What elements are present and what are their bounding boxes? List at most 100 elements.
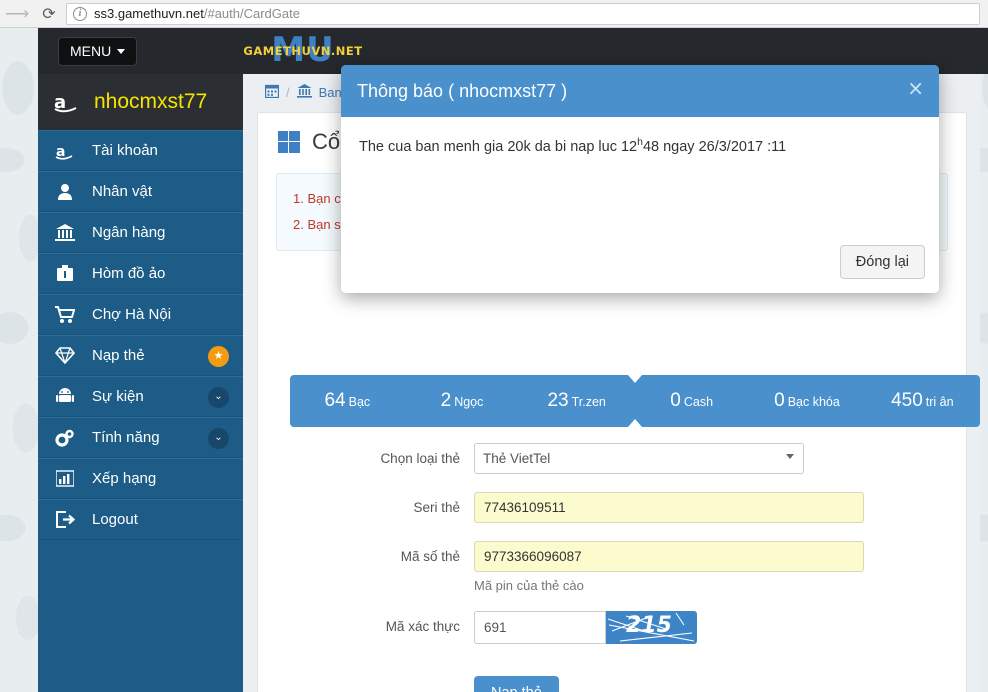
amazon-icon: a (54, 142, 76, 160)
sidebar-item-hom-do-ao[interactable]: Hòm đồ ảo (38, 253, 243, 294)
url-host: ss3.gamethuvn.net (94, 6, 204, 21)
sidebar: a nhocmxst77 a Tài khoản Nhân vật Ngân h… (38, 74, 243, 692)
briefcase-icon (54, 265, 76, 282)
card-type-select[interactable]: Thẻ VietTel (474, 443, 804, 474)
serial-label: Seri thẻ (413, 500, 460, 515)
modal-body: The cua ban menh gia 20k da bi nap luc 1… (341, 117, 939, 155)
wallpaper-right (980, 28, 988, 692)
close-icon[interactable]: × (907, 78, 924, 98)
modal-title: Thông báo ( nhocmxst77 ) (357, 80, 568, 101)
sidebar-item-label: Nhân vật (92, 183, 153, 200)
captcha-image[interactable]: 215 (606, 611, 697, 644)
sidebar-item-label: Logout (92, 511, 138, 528)
serial-input[interactable] (474, 492, 864, 523)
sidebar-item-cho-ha-noi[interactable]: Chợ Hà Nội (38, 294, 243, 335)
stat-unit: Tr.zen (571, 395, 606, 409)
menu-button[interactable]: MENU (58, 37, 138, 66)
stat-value: 2 (440, 390, 452, 411)
android-icon (54, 388, 76, 405)
captcha-input[interactable] (474, 611, 606, 644)
stat-unit: Bạc (348, 395, 371, 409)
chevron-down-icon[interactable]: ⌄ (208, 387, 229, 408)
sidebar-item-ngan-hang[interactable]: Ngân hàng (38, 212, 243, 253)
row-pin: Mã số thẻ Mã pin của thẻ cào (258, 541, 968, 593)
stat-unit: Bạc khóa (787, 395, 840, 409)
sidebar-item-label: Tài khoản (92, 142, 158, 159)
row-captcha: Mã xác thực 215 (258, 611, 968, 644)
sidebar-item-tai-khoan[interactable]: a Tài khoản (38, 130, 243, 171)
modal-close-button[interactable]: Đóng lại (839, 245, 925, 279)
cart-icon (54, 305, 76, 324)
stat-value: 0 (774, 390, 785, 411)
bank-icon (54, 224, 76, 241)
sidebar-item-label: Chợ Hà Nội (92, 306, 172, 323)
sidebar-item-xep-hang[interactable]: Xếp hạng (38, 458, 243, 499)
stat-bac-khoa: 0 Bạc khóa (749, 390, 864, 412)
stat-tri-an: 450 tri ân (865, 390, 980, 412)
sidebar-item-label: Ngân hàng (92, 224, 166, 241)
stat-value: 0 (670, 390, 681, 411)
sidebar-item-tinh-nang[interactable]: Tính năng ⌄ (38, 417, 243, 458)
status-badge: ★ (208, 346, 229, 367)
card-charge-form: Chọn loại thẻ Thẻ VietTel Seri thẻ 77436… (258, 443, 968, 692)
browser-chrome: ⟶ ⟳ i ss3.gamethuvn.net /#auth/CardGate (0, 0, 988, 28)
stat-ngoc: 2 Ngọc (405, 390, 520, 412)
wallpaper-left (0, 28, 38, 692)
stats-group-right: 0 Cash 0 Bạc khóa 450 tri ân (634, 375, 980, 427)
stat-value: 23 (547, 390, 569, 411)
gears-icon (54, 429, 76, 447)
address-bar[interactable]: i ss3.gamethuvn.net /#auth/CardGate (66, 2, 980, 25)
page-viewport: MENU MU GAMETHUVN.NET a nhocmxst77 a Tài… (0, 28, 988, 692)
modal-message-post: 48 ngay 26/3/2017 :11 (642, 138, 787, 155)
bank-icon[interactable] (296, 83, 312, 101)
sidebar-item-logout[interactable]: Logout (38, 499, 243, 540)
stat-unit: Ngọc (454, 395, 484, 409)
stat-unit: Cash (683, 395, 714, 409)
windows-icon (278, 131, 300, 153)
site-info-icon[interactable]: i (73, 6, 87, 21)
stat-trzen: 23 Tr.zen (519, 390, 634, 412)
reload-button[interactable]: ⟳ (34, 0, 64, 28)
page-title-text: Cổ (312, 129, 341, 154)
breadcrumb-section-label[interactable]: Ban (319, 85, 342, 100)
sidebar-item-nap-the[interactable]: Nạp thẻ ★ (38, 335, 243, 376)
logo-domain-text: GAMETHUVN.NET (243, 44, 363, 58)
sidebar-username: nhocmxst77 (94, 90, 208, 113)
sidebar-item-label: Hòm đồ ảo (92, 265, 166, 282)
chevron-down-icon (117, 48, 126, 54)
logout-icon (54, 511, 76, 528)
amazon-icon: a (54, 92, 77, 113)
stat-value: 450 (891, 390, 923, 411)
row-card-type: Chọn loại thẻ Thẻ VietTel (258, 443, 968, 474)
stat-unit: tri ân (925, 395, 954, 409)
captcha-image-text: 215 (626, 613, 672, 638)
forward-button[interactable]: ⟶ (0, 0, 34, 28)
captcha-label: Mã xác thực (385, 619, 460, 634)
breadcrumb-separator: / (286, 84, 290, 100)
calendar-icon[interactable] (264, 84, 280, 101)
url-path: /#auth/CardGate (203, 6, 300, 21)
sidebar-item-su-kien[interactable]: Sự kiện ⌄ (38, 376, 243, 417)
modal-header: Thông báo ( nhocmxst77 ) × (341, 65, 939, 117)
sidebar-item-label: Xếp hạng (92, 470, 157, 487)
pin-label: Mã số thẻ (400, 549, 460, 564)
diamond-icon (54, 347, 76, 364)
bar-chart-icon (54, 470, 76, 487)
pin-input[interactable] (474, 541, 864, 572)
menu-button-label: MENU (70, 43, 112, 59)
stat-value: 64 (324, 390, 346, 411)
modal-message-pre: The cua ban menh gia 20k da bi nap luc 1… (359, 138, 638, 155)
chevron-down-icon[interactable]: ⌄ (208, 428, 229, 449)
card-type-label: Chọn loại thẻ (380, 451, 460, 466)
sidebar-item-nhan-vat[interactable]: Nhân vật (38, 171, 243, 212)
stat-bac: 64 Bạc (290, 390, 405, 412)
sidebar-user-block[interactable]: a nhocmxst77 (38, 74, 243, 130)
currency-stats-bar: 64 Bạc 2 Ngọc 23 Tr.zen 0 Cash 0 Bạc khóa (290, 375, 980, 427)
row-serial: Seri thẻ (258, 492, 968, 523)
user-icon (54, 183, 76, 200)
stats-group-left: 64 Bạc 2 Ngọc 23 Tr.zen (290, 375, 634, 427)
submit-button[interactable]: Nạp thẻ (474, 676, 559, 692)
stat-cash: 0 Cash (634, 390, 749, 412)
pin-help-text: Mã pin của thẻ cào (474, 578, 584, 593)
modal-footer: Đóng lại (839, 245, 925, 279)
